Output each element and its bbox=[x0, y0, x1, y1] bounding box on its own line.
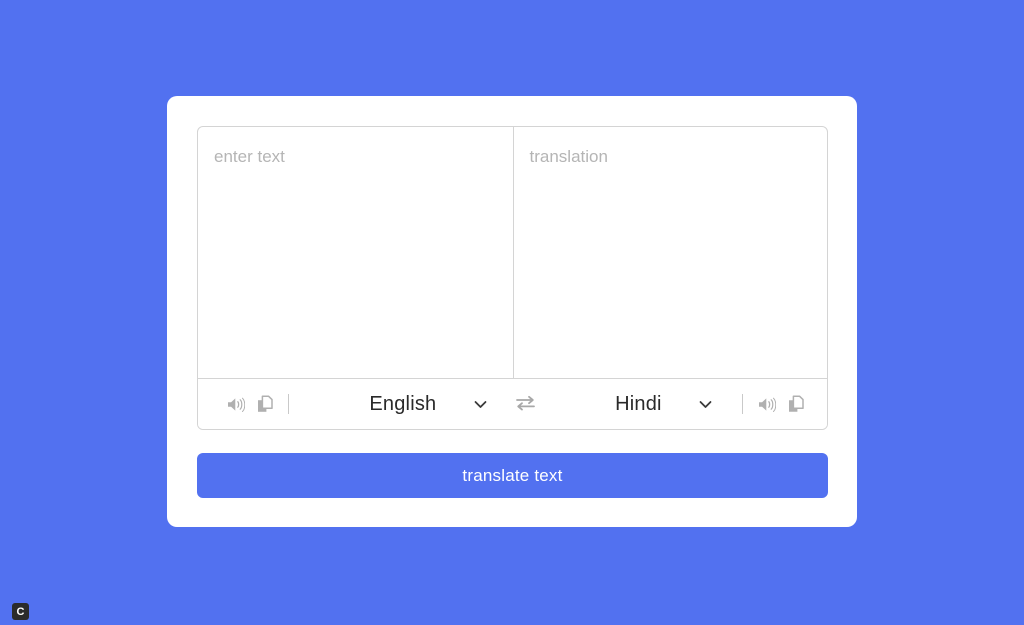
translate-text-button[interactable]: translate text bbox=[197, 453, 828, 498]
target-language-select[interactable]: Hindi bbox=[543, 389, 734, 419]
swap-languages-button[interactable] bbox=[509, 389, 543, 419]
target-pane bbox=[512, 127, 827, 378]
speaker-icon bbox=[757, 396, 776, 413]
target-language-label: Hindi bbox=[615, 392, 662, 415]
copy-icon bbox=[788, 395, 805, 413]
target-speak-button[interactable] bbox=[751, 389, 781, 419]
language-toolbar: English Hindi bbox=[198, 378, 827, 429]
corner-badge-label: C bbox=[16, 605, 25, 618]
copy-icon bbox=[257, 395, 274, 413]
source-language-select[interactable]: English bbox=[297, 389, 509, 419]
toolbar-separator-left bbox=[288, 394, 289, 414]
speaker-icon bbox=[226, 396, 245, 413]
swap-arrows-icon bbox=[515, 394, 536, 415]
source-language-label: English bbox=[369, 392, 437, 415]
toolbar-separator-right bbox=[742, 394, 744, 414]
source-copy-button[interactable] bbox=[250, 389, 280, 419]
translator-card: English Hindi bbox=[167, 96, 857, 527]
source-pane bbox=[198, 127, 513, 378]
source-speak-button[interactable] bbox=[220, 389, 250, 419]
translator-box: English Hindi bbox=[197, 126, 828, 430]
target-copy-button[interactable] bbox=[781, 389, 811, 419]
source-text-input[interactable] bbox=[198, 127, 513, 378]
translation-text-output[interactable] bbox=[513, 127, 827, 378]
text-panes bbox=[198, 127, 827, 378]
chevron-down-icon bbox=[699, 400, 712, 409]
corner-badge[interactable]: C bbox=[12, 603, 29, 620]
chevron-down-icon bbox=[474, 400, 487, 409]
